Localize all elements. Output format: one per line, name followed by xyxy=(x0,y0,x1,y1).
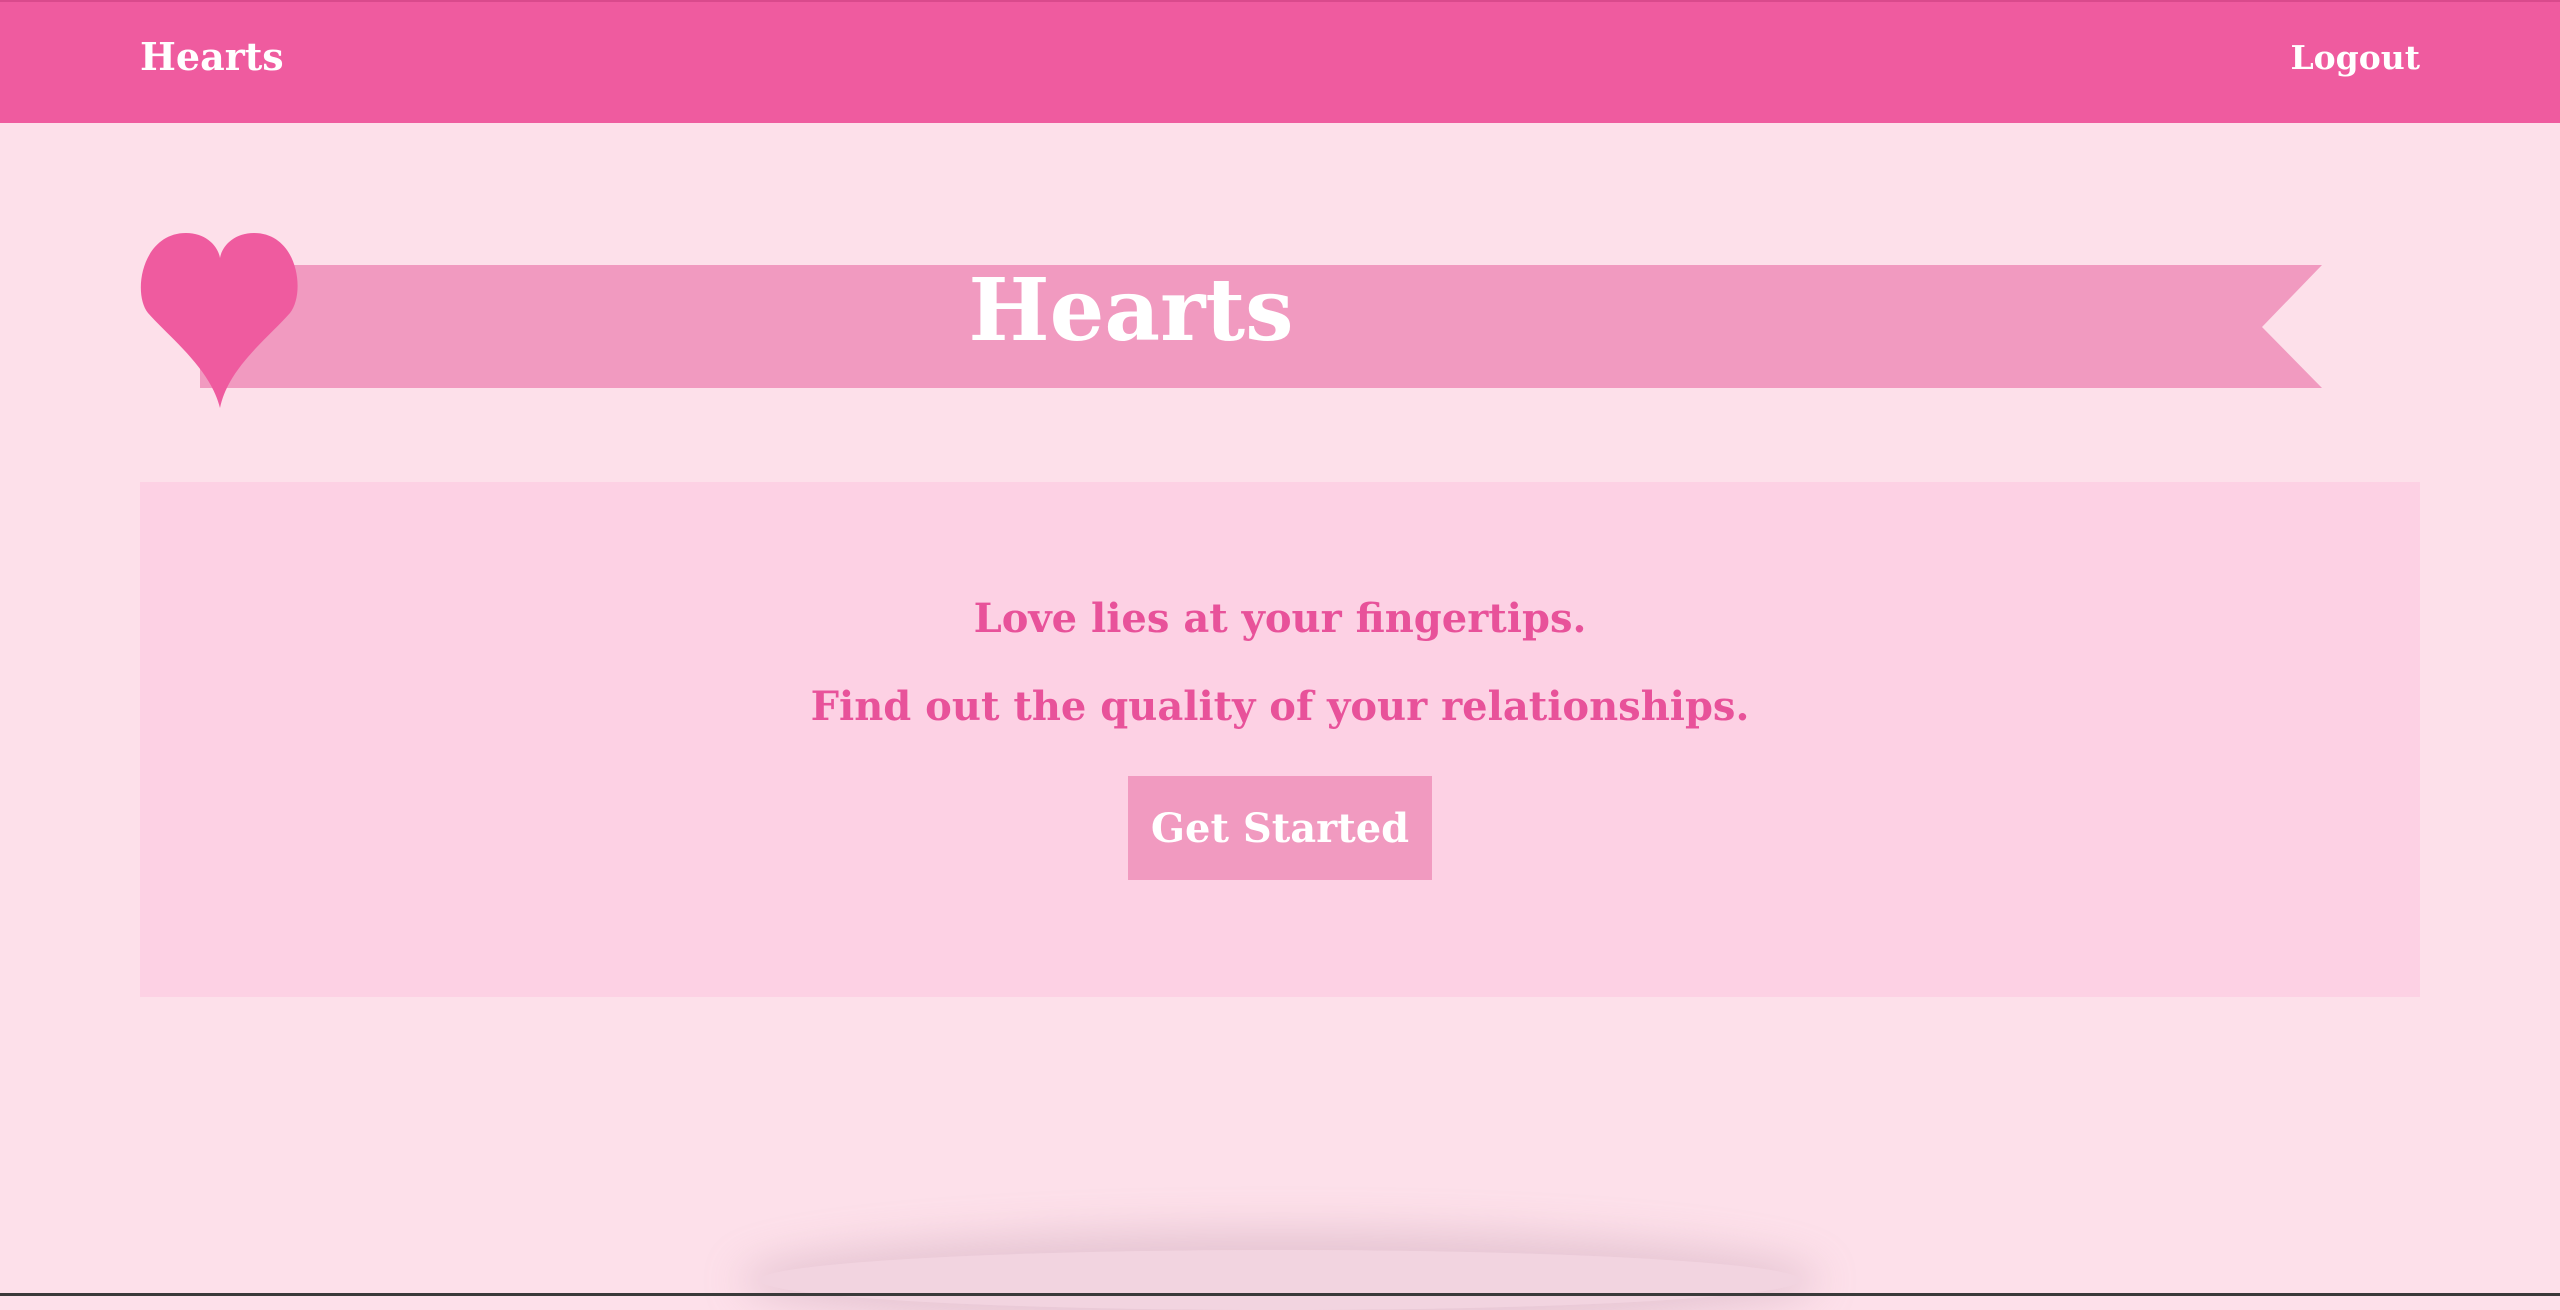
brand-link[interactable]: Hearts xyxy=(140,34,284,79)
logout-link[interactable]: Logout xyxy=(2290,38,2420,77)
top-navbar: Hearts Logout xyxy=(0,0,2560,123)
tagline-primary: Love lies at your fingertips. xyxy=(973,595,1587,642)
bottom-shadow xyxy=(760,1250,1800,1310)
banner-title: Hearts xyxy=(968,260,1294,361)
get-started-button[interactable]: Get Started xyxy=(1128,776,1432,880)
hero-panel: Love lies at your fingertips. Find out t… xyxy=(140,482,2420,997)
tagline-secondary: Find out the quality of your relationshi… xyxy=(810,683,1750,730)
